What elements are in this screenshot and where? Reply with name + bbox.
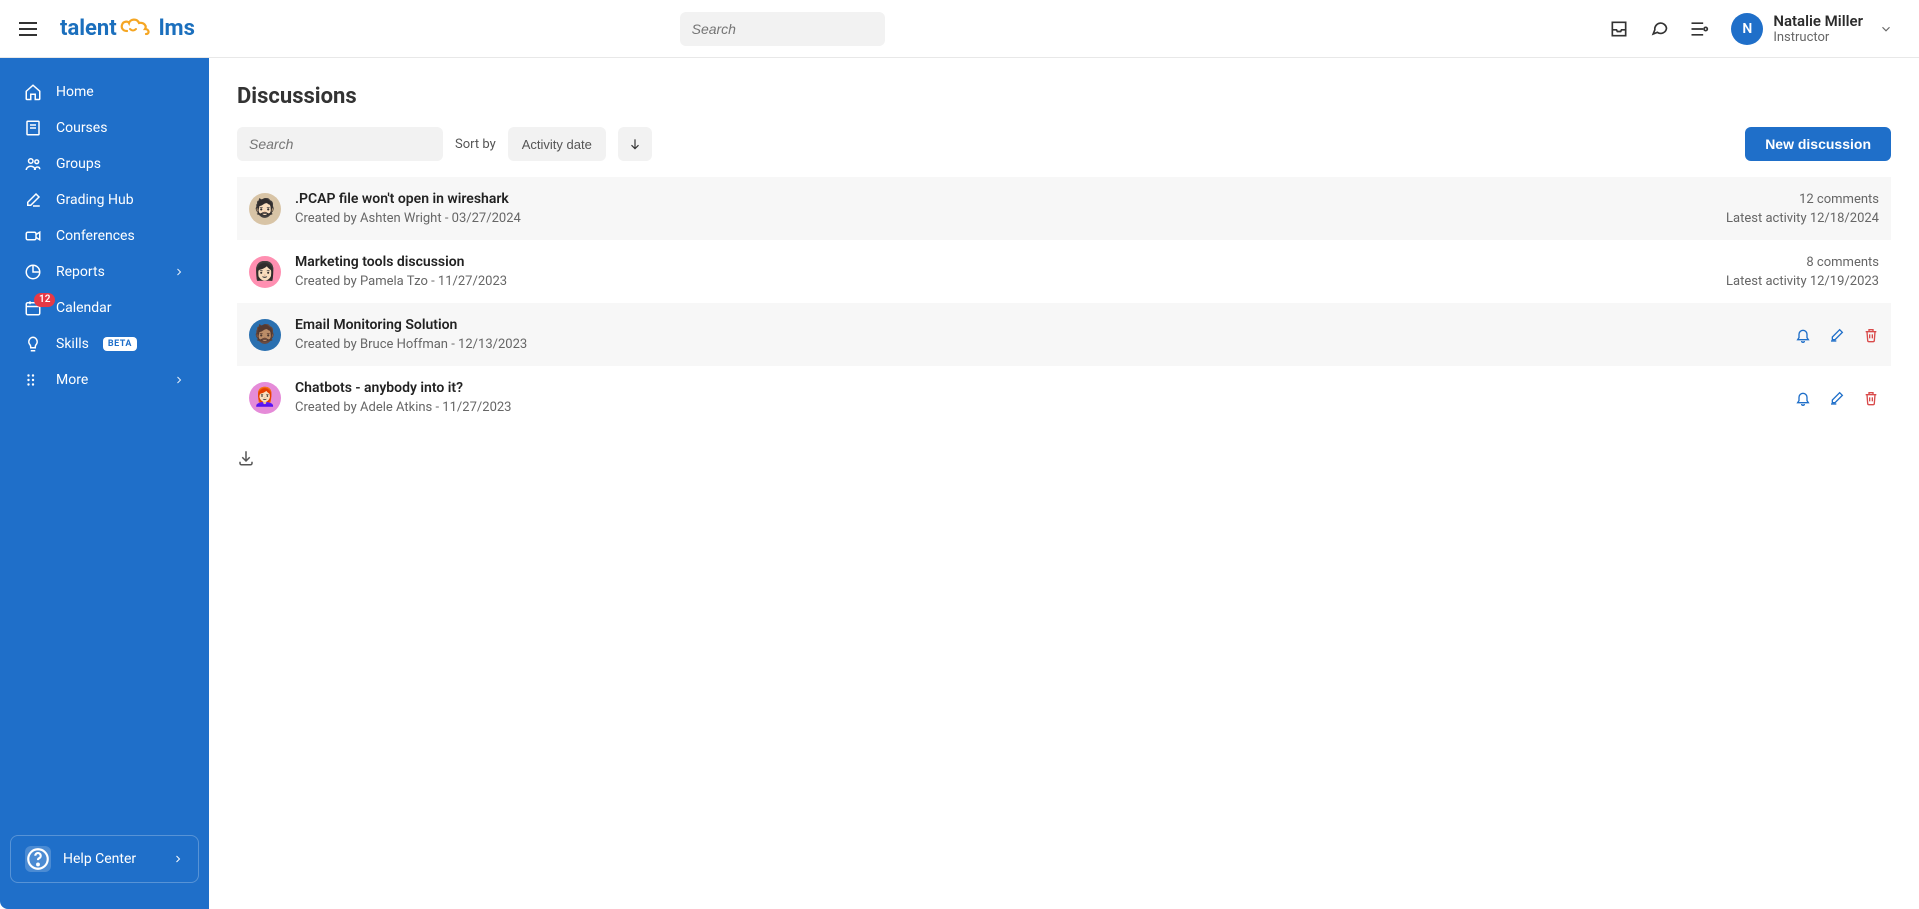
chevron-right-icon: [172, 853, 184, 865]
discussion-title: Email Monitoring Solution: [295, 317, 1795, 333]
discussion-actions: [1795, 327, 1879, 343]
help-icon: [25, 846, 51, 872]
avatar: 👩🏻: [249, 256, 281, 288]
sidebar-item-grading[interactable]: Grading Hub: [0, 182, 209, 218]
user-menu[interactable]: N Natalie Miller Instructor: [1721, 6, 1903, 51]
sidebar-item-conferences[interactable]: Conferences: [0, 218, 209, 254]
discussion-search-input[interactable]: [249, 136, 431, 152]
beta-badge: BETA: [103, 337, 137, 351]
sidebar-item-reports[interactable]: Reports: [0, 254, 209, 290]
chevron-right-icon: [173, 266, 185, 278]
discussions-icon[interactable]: [1649, 19, 1669, 39]
sidebar-item-label: Home: [56, 84, 94, 100]
new-discussion-button[interactable]: New discussion: [1745, 127, 1891, 161]
trash-icon[interactable]: [1863, 390, 1879, 406]
toolbar: Sort by Activity date New discussion: [237, 127, 1891, 161]
header-icons: [1609, 19, 1709, 39]
sort-select[interactable]: Activity date: [508, 127, 606, 161]
inbox-icon[interactable]: [1609, 19, 1629, 39]
sidebar-item-label: Grading Hub: [56, 192, 134, 208]
settings-stack-icon[interactable]: [1689, 19, 1709, 39]
page-title: Discussions: [237, 84, 1891, 109]
app-logo[interactable]: talent lms: [60, 15, 195, 43]
logo-text-2: lms: [159, 16, 195, 41]
sidebar-item-label: Courses: [56, 120, 107, 136]
discussion-title: Marketing tools discussion: [295, 254, 1726, 270]
sort-label: Sort by: [455, 137, 496, 152]
camera-icon: [24, 227, 42, 245]
comments-count: 8 comments: [1726, 255, 1879, 270]
discussion-row[interactable]: 👩🏻 Marketing tools discussion Created by P…: [237, 240, 1891, 303]
discussion-row[interactable]: 🧔🏽 Email Monitoring Solution Created by Br…: [237, 303, 1891, 366]
sidebar-item-home[interactable]: Home: [0, 74, 209, 110]
sidebar-item-label: Conferences: [56, 228, 135, 244]
header: talent lms N: [0, 0, 1919, 58]
chevron-down-icon: [1879, 22, 1893, 36]
user-name: Natalie Miller: [1773, 12, 1863, 30]
users-icon: [24, 155, 42, 173]
sidebar-item-label: Skills: [56, 336, 89, 352]
cloud-icon: [119, 15, 153, 43]
discussion-row[interactable]: 👩🏻‍🦰 Chatbots - anybody into it? Created b…: [237, 366, 1891, 429]
discussion-actions: [1795, 390, 1879, 406]
pie-icon: [24, 263, 42, 281]
discussion-title: .PCAP file won't open in wireshark: [295, 191, 1726, 207]
main-content: Discussions Sort by Activity date: [209, 58, 1919, 909]
comments-count: 12 comments: [1726, 192, 1879, 207]
book-icon: [24, 119, 42, 137]
download-icon[interactable]: [237, 449, 255, 467]
home-icon: [24, 83, 42, 101]
sidebar-item-label: Reports: [56, 264, 105, 280]
arrow-down-icon: [628, 137, 642, 151]
discussion-search: [237, 127, 443, 161]
edit-icon: [24, 191, 42, 209]
latest-activity: Latest activity 12/19/2023: [1726, 274, 1879, 289]
bulb-icon: [24, 335, 42, 353]
discussion-row[interactable]: 🧔🏻 .PCAP file won't open in wireshark Crea…: [237, 177, 1891, 240]
user-avatar-initial: N: [1731, 13, 1763, 45]
sidebar-item-groups[interactable]: Groups: [0, 146, 209, 182]
edit-icon[interactable]: [1829, 390, 1845, 406]
edit-icon[interactable]: [1829, 327, 1845, 343]
avatar: 🧔🏻: [249, 193, 281, 225]
sidebar-item-courses[interactable]: Courses: [0, 110, 209, 146]
avatar: 👩🏻‍🦰: [249, 382, 281, 414]
bell-icon[interactable]: [1795, 390, 1811, 406]
help-center-label: Help Center: [63, 851, 136, 867]
sidebar-item-more[interactable]: More: [0, 362, 209, 398]
logo-text-1: talent: [60, 16, 117, 41]
latest-activity: Latest activity 12/18/2024: [1726, 211, 1879, 226]
help-center-button[interactable]: Help Center: [10, 835, 199, 883]
sidebar-item-calendar[interactable]: 12 Calendar: [0, 290, 209, 326]
hamburger-icon[interactable]: [16, 17, 40, 41]
discussion-title: Chatbots - anybody into it?: [295, 380, 1795, 396]
global-search: [680, 12, 885, 46]
sidebar: Home Courses Groups Grading Hub Conferen…: [0, 58, 209, 909]
sidebar-item-label: Groups: [56, 156, 101, 172]
discussion-subtitle: Created by Pamela Tzo - 11/27/2023: [295, 274, 1726, 289]
user-role: Instructor: [1773, 30, 1863, 45]
trash-icon[interactable]: [1863, 327, 1879, 343]
grid-icon: [24, 371, 42, 389]
discussion-list: 🧔🏻 .PCAP file won't open in wireshark Crea…: [237, 177, 1891, 429]
sidebar-item-label: Calendar: [56, 300, 112, 316]
global-search-input[interactable]: [692, 21, 874, 37]
sidebar-item-label: More: [56, 372, 88, 388]
discussion-subtitle: Created by Ashten Wright - 03/27/2024: [295, 211, 1726, 226]
sort-direction-button[interactable]: [618, 127, 652, 161]
sidebar-item-skills[interactable]: Skills BETA: [0, 326, 209, 362]
discussion-subtitle: Created by Adele Atkins - 11/27/2023: [295, 400, 1795, 415]
bell-icon[interactable]: [1795, 327, 1811, 343]
avatar: 🧔🏽: [249, 319, 281, 351]
chevron-right-icon: [173, 374, 185, 386]
discussion-subtitle: Created by Bruce Hoffman - 12/13/2023: [295, 337, 1795, 352]
calendar-badge: 12: [34, 293, 55, 307]
